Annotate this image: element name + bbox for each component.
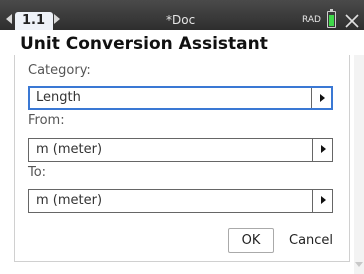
chevron-right-icon	[320, 94, 325, 102]
category-label: Category:	[28, 63, 91, 78]
document-title: *Doc	[166, 13, 196, 27]
from-value: m (meter)	[36, 142, 103, 157]
category-value: Length	[36, 90, 81, 105]
cancel-button[interactable]: Cancel	[289, 233, 333, 248]
to-value: m (meter)	[36, 193, 103, 208]
dialog-title: Unit Conversion Assistant	[20, 34, 268, 54]
to-dropdown[interactable]: m (meter)	[28, 189, 333, 213]
angle-mode-indicator: RAD	[302, 15, 321, 25]
chevron-right-icon	[321, 196, 326, 204]
close-icon[interactable]	[344, 13, 360, 29]
to-label: To:	[28, 165, 47, 180]
category-dropdown-button[interactable]	[311, 88, 331, 108]
tab-right-arrow-icon[interactable]	[54, 14, 60, 24]
from-dropdown-button[interactable]	[312, 139, 332, 161]
from-label: From:	[28, 113, 65, 128]
page-tab[interactable]: 1.1	[15, 12, 53, 30]
battery-icon	[327, 9, 336, 28]
to-dropdown-button[interactable]	[312, 190, 332, 212]
ok-button[interactable]: OK	[228, 228, 274, 253]
tab-left-arrow-icon[interactable]	[6, 14, 12, 24]
title-bar: 1.1 *Doc RAD	[0, 0, 364, 30]
scrollbar[interactable]	[354, 55, 364, 274]
scroll-down-icon[interactable]	[355, 262, 363, 267]
from-dropdown[interactable]: m (meter)	[28, 138, 333, 162]
chevron-right-icon	[321, 145, 326, 153]
category-dropdown[interactable]: Length	[28, 86, 333, 110]
